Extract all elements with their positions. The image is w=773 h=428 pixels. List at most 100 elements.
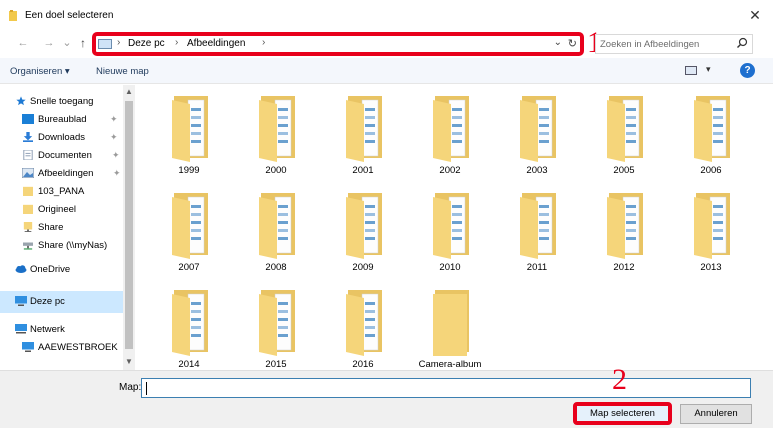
select-folder-button[interactable]: Map selecteren — [573, 402, 672, 425]
folder-item[interactable]: 2010 — [415, 182, 485, 273]
sidebar-item-share-mynas[interactable]: Share (\\myNas) — [0, 235, 123, 257]
folder-icon — [694, 193, 730, 259]
breadcrumb-separator: › — [175, 37, 179, 48]
folder-item[interactable]: 2000 — [241, 85, 311, 176]
sidebar-scrollbar[interactable]: ▲ ▼ — [123, 85, 135, 370]
refresh-icon[interactable]: ↻ — [568, 37, 577, 50]
back-icon[interactable]: ← — [16, 36, 30, 50]
folder-icon — [607, 96, 643, 162]
folder-icon — [259, 290, 295, 356]
forward-icon[interactable]: → — [42, 36, 56, 50]
folder-item[interactable]: 2016 — [328, 279, 398, 370]
folder-icon — [694, 96, 730, 162]
annotation-number-2: 2 — [612, 363, 627, 396]
folder-icon — [607, 193, 643, 259]
organize-menu[interactable]: Organiseren ▾ — [10, 66, 70, 77]
folder-icon — [346, 193, 382, 259]
folder-item[interactable]: 2007 — [154, 182, 224, 273]
sidebar-item-label: Snelle toegang — [30, 96, 94, 107]
navigation-pane: Snelle toegang Bureaublad ✦ Downloads ✦ … — [0, 85, 123, 370]
sidebar-item-label: Share (\\myNas) — [38, 240, 108, 251]
pin-icon: ✦ — [112, 150, 120, 160]
folder-item[interactable]: 2012 — [589, 182, 659, 273]
folder-icon — [172, 193, 208, 259]
address-bar[interactable]: › Deze pc › Afbeeldingen › ⌄ ↻ — [92, 32, 584, 56]
folder-item[interactable]: 2008 — [241, 182, 311, 273]
folder-item[interactable]: 2009 — [328, 182, 398, 273]
sidebar-item-aaewestbroek[interactable]: AAEWESTBROEK — [0, 337, 123, 359]
sidebar-item-label: OneDrive — [30, 264, 71, 275]
folder-label: 2013 — [700, 262, 722, 273]
sidebar-item-label: Origineel — [38, 204, 77, 215]
recent-locations-icon[interactable]: ⌄ — [60, 36, 74, 50]
folder-icon — [259, 96, 295, 162]
network-icon — [15, 324, 27, 334]
search-placeholder: Zoeken in Afbeeldingen — [600, 39, 700, 50]
breadcrumb-separator: › — [262, 37, 266, 48]
sidebar-item-label: Bureaublad — [38, 114, 87, 125]
breadcrumb-afbeeldingen[interactable]: Afbeeldingen — [187, 38, 245, 49]
folder-label: 2016 — [352, 359, 374, 370]
command-bar: Organiseren ▾ Nieuwe map ▾ ? — [0, 58, 773, 84]
folder-icon — [346, 290, 382, 356]
sidebar-item-label: Documenten — [38, 150, 92, 161]
folder-name-input[interactable] — [141, 378, 751, 398]
folder-item[interactable]: 2001 — [328, 85, 398, 176]
sidebar-item-deze-pc[interactable]: Deze pc — [0, 291, 123, 313]
text-caret — [146, 382, 147, 395]
computer-icon — [15, 296, 27, 306]
close-button[interactable]: ✕ — [745, 6, 765, 24]
document-icon — [23, 150, 33, 160]
pictures-icon — [22, 168, 34, 178]
folder-item[interactable]: 1999 — [154, 85, 224, 176]
folder-item[interactable]: 2005 — [589, 85, 659, 176]
folder-label: 2006 — [700, 165, 722, 176]
folder-field-label: Map: — [119, 382, 142, 393]
folder-label: 2003 — [526, 165, 548, 176]
folder-item[interactable]: 2006 — [676, 85, 746, 176]
scrollbar-thumb[interactable] — [125, 101, 133, 349]
folder-item[interactable]: 2011 — [502, 182, 572, 273]
computer-icon — [98, 39, 112, 49]
search-icon — [737, 37, 748, 48]
folder-label: 2001 — [352, 165, 374, 176]
help-icon[interactable]: ? — [740, 63, 755, 78]
folder-item[interactable]: 2013 — [676, 182, 746, 273]
cancel-button[interactable]: Annuleren — [680, 404, 752, 424]
folder-label: 2010 — [439, 262, 461, 273]
folder-item[interactable]: 2015 — [241, 279, 311, 370]
folder-item[interactable]: 2002 — [415, 85, 485, 176]
title-bar: Een doel selecteren ✕ — [0, 0, 773, 30]
scroll-down-icon[interactable]: ▼ — [123, 357, 135, 366]
download-icon — [23, 132, 33, 142]
sidebar-item-label: Downloads — [38, 132, 85, 143]
view-options-icon[interactable] — [685, 66, 697, 75]
sidebar-item-label: Share — [38, 222, 64, 233]
folder-label: 2014 — [178, 359, 200, 370]
folder-label: Camera-album — [418, 359, 482, 370]
folder-item[interactable]: Camera-album — [415, 279, 485, 370]
sidebar-item-onedrive[interactable]: OneDrive — [0, 259, 123, 281]
up-icon[interactable]: ↑ — [76, 36, 90, 50]
search-input[interactable]: Zoeken in Afbeeldingen — [595, 34, 753, 54]
share-icon — [23, 222, 33, 232]
scroll-up-icon[interactable]: ▲ — [123, 87, 135, 96]
folder-label: 2005 — [613, 165, 635, 176]
sidebar-item-label: Netwerk — [30, 324, 65, 335]
folder-label: 2002 — [439, 165, 461, 176]
folder-icon — [433, 96, 469, 162]
folder-item[interactable]: 2014 — [154, 279, 224, 370]
breadcrumb-deze-pc[interactable]: Deze pc — [128, 38, 165, 49]
folder-item[interactable]: 2003 — [502, 85, 572, 176]
computer-icon — [22, 342, 34, 352]
folder-icon — [9, 10, 17, 21]
folder-icon — [23, 186, 33, 196]
folder-label: 2000 — [265, 165, 287, 176]
pin-icon: ✦ — [110, 132, 118, 142]
chevron-down-icon[interactable]: ▾ — [706, 64, 711, 75]
folder-icon — [172, 290, 208, 356]
folder-icon — [520, 193, 556, 259]
pin-icon: ✦ — [113, 168, 121, 178]
new-folder-button[interactable]: Nieuwe map — [96, 66, 149, 77]
chevron-down-icon[interactable]: ⌄ — [554, 37, 562, 48]
